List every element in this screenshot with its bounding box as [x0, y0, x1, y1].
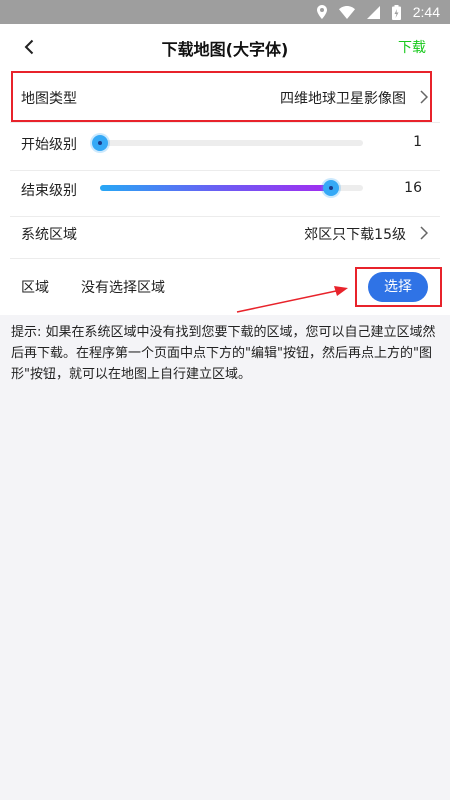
end-level-row: 结束级别 16	[0, 172, 450, 218]
divider	[10, 216, 440, 217]
battery-icon	[391, 4, 401, 20]
status-icons: 2:44	[316, 3, 440, 21]
divider	[10, 170, 440, 171]
select-region-button[interactable]: 选择	[368, 272, 428, 302]
divider	[10, 122, 440, 123]
divider	[10, 258, 440, 259]
system-region-label: 系统区域	[21, 227, 77, 243]
end-level-slider[interactable]	[100, 180, 363, 196]
start-level-thumb[interactable]	[92, 135, 108, 151]
system-region-row[interactable]: 系统区域 郊区只下载15级	[0, 218, 450, 258]
region-label: 区域	[21, 280, 49, 296]
download-button[interactable]: 下载	[398, 37, 426, 57]
wifi-icon	[338, 5, 355, 19]
end-level-fill	[100, 185, 332, 191]
start-level-label: 开始级别	[21, 137, 77, 153]
start-level-slider[interactable]	[92, 135, 363, 151]
end-level-label: 结束级别	[21, 183, 77, 199]
end-level-value: 16	[404, 180, 422, 196]
end-level-thumb[interactable]	[323, 180, 340, 196]
start-level-value: 1	[413, 134, 422, 150]
page-title: 下载地图(大字体)	[161, 40, 289, 59]
signal-icon	[366, 5, 380, 19]
hint-text: 提示: 如果在系统区域中没有找到您要下载的区域，您可以自己建立区域然后再下载。在…	[11, 325, 436, 382]
start-level-row: 开始级别 1	[0, 126, 450, 172]
app-bar: 下载地图(大字体) 下载	[0, 24, 450, 70]
chevron-right-icon	[420, 226, 428, 240]
system-region-value: 郊区只下载15级	[304, 227, 406, 243]
status-time: 2:44	[412, 4, 440, 20]
highlight-box-map-type	[11, 71, 432, 122]
status-bar: 2:44	[0, 0, 450, 24]
location-icon	[316, 5, 327, 19]
region-value: 没有选择区域	[81, 280, 165, 296]
